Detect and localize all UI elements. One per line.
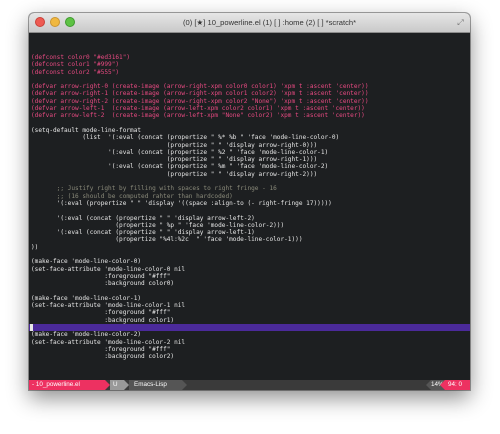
code-line[interactable]: (make-face 'mode-line-color-0) [29, 258, 470, 265]
code-text: (set-face-attribute 'mode-line-color-0 n… [31, 265, 186, 273]
code-line[interactable]: (make-face 'mode-line-color-2) [29, 331, 470, 338]
code-line[interactable]: (set-face-attribute 'mode-line-color-1 n… [29, 302, 470, 309]
code-text: (defconst color1 "#999") [31, 61, 120, 69]
code-text: (make-face 'mode-line-color-2) [31, 331, 142, 339]
code-line[interactable]: (list '(:eval (concat (propertize " %* %… [29, 134, 470, 141]
code-line[interactable]: (set-face-attribute 'mode-line-color-2 n… [29, 339, 470, 346]
modeline-buffer-name[interactable]: - 10_powerline.el [29, 380, 105, 390]
code-text: :foreground "#fff" [31, 272, 171, 280]
code-line[interactable]: (defvar arrow-right-1 (create-image (arr… [29, 90, 470, 97]
code-line[interactable]: :foreground "#fff" [29, 309, 470, 316]
code-text: (defconst color0 "#ed3161") [31, 54, 131, 61]
code-line[interactable]: (defconst color1 "#999") [29, 61, 470, 68]
code-text: (defconst color2 "#555") [31, 68, 120, 76]
code-text: (propertize "%4l:%2c " 'face 'mode-line-… [31, 236, 303, 244]
code-line[interactable]: (defvar arrow-right-2 (create-image (arr… [29, 98, 470, 105]
code-text: '(:eval (propertize " " 'display '((spac… [31, 199, 332, 207]
code-line[interactable]: (defconst color2 "#555") [29, 69, 470, 76]
modeline-encoding: U [110, 380, 124, 390]
code-line[interactable]: '(:eval (concat (propertize " " 'display… [29, 215, 470, 222]
code-text: '(:eval (concat (propertize " " 'display… [31, 229, 255, 237]
code-line[interactable]: '(:eval (concat (propertize " %m " 'face… [29, 163, 470, 170]
code-line[interactable]: (defconst color0 "#ed3161") [29, 54, 470, 61]
code-line[interactable]: '(:eval (concat (propertize " %2 " 'face… [29, 149, 470, 156]
code-text: (propertize " " 'display arrow-right-1))… [31, 156, 318, 164]
code-line[interactable]: (set-face-attribute 'mode-line-color-0 n… [29, 266, 470, 273]
code-text: (propertize " " 'display arrow-right-2))… [31, 170, 318, 178]
code-text: (propertize " " 'display arrow-right-0))… [31, 141, 318, 149]
code-line[interactable]: :background color0) [29, 280, 470, 287]
code-text: :foreground "#fff" [31, 345, 171, 353]
code-text: (defvar arrow-left-2 (create-image (arro… [31, 112, 365, 120]
code-line[interactable]: (propertize " %p " 'face 'mode-line-colo… [29, 222, 470, 229]
window-title: (0) [★] 10_powerline.el (1) [ ] :home (2… [182, 18, 357, 27]
minimize-icon[interactable] [50, 17, 60, 27]
modeline-arrow-right-2 [182, 380, 187, 390]
code-text: (make-face 'mode-line-color-0) [31, 258, 142, 266]
code-line[interactable]: (setq-default mode-line-format [29, 127, 470, 134]
modeline-major-mode[interactable]: Emacs-Lisp [129, 380, 182, 390]
fullscreen-icon[interactable]: ⤢ [456, 18, 465, 27]
current-line[interactable] [29, 323, 470, 332]
code-text: (setq-default mode-line-format [31, 126, 142, 134]
text-cursor [30, 323, 33, 332]
code-text: '(:eval (concat (propertize " " 'display… [31, 214, 255, 222]
code-line[interactable]: ;; Justify right by filling with spaces … [29, 185, 470, 192]
mode-line: - 10_powerline.el U Emacs-Lisp 14% 94: 0 [29, 380, 470, 390]
code-line[interactable] [29, 178, 470, 185]
code-text: (set-face-attribute 'mode-line-color-1 n… [31, 302, 186, 310]
code-line[interactable]: :background color1) [29, 317, 470, 324]
zoom-icon[interactable] [65, 17, 75, 27]
code-text: (defvar arrow-right-0 (create-image (arr… [31, 83, 369, 91]
code-text: :background color1) [31, 316, 175, 324]
code-line[interactable]: (make-face 'mode-line-color-1) [29, 295, 470, 302]
code-text: :foreground "#fff" [31, 309, 171, 317]
code-text: (defvar arrow-left-1 (create-image (arro… [31, 105, 365, 113]
code-line[interactable]: )) [29, 244, 470, 251]
code-text: (make-face 'mode-line-color-1) [31, 294, 142, 302]
code-text: '(:eval (concat (propertize " %m " 'face… [31, 163, 329, 171]
code-line[interactable]: :foreground "#fff" [29, 346, 470, 353]
code-line[interactable]: (propertize " " 'display arrow-right-1))… [29, 156, 470, 163]
code-line[interactable]: (propertize " " 'display arrow-right-2))… [29, 171, 470, 178]
code-line[interactable]: '(:eval (concat (propertize " " 'display… [29, 229, 470, 236]
code-text: ;; Justify right by filling with spaces … [31, 185, 277, 193]
code-line[interactable] [29, 207, 470, 214]
code-text: :background color0) [31, 280, 175, 288]
close-icon[interactable] [35, 17, 45, 27]
code-line[interactable]: '(:eval (propertize " " 'display '((spac… [29, 200, 470, 207]
code-text: ;; (16 should be computed rahter than ha… [31, 192, 233, 200]
code-text: (defvar arrow-right-2 (create-image (arr… [31, 97, 369, 105]
modeline-position: 94: 0 [445, 380, 470, 390]
code-line[interactable]: (propertize "%4l:%2c " 'face 'mode-line-… [29, 236, 470, 243]
code-line[interactable]: (propertize " " 'display arrow-right-0))… [29, 142, 470, 149]
code-line[interactable]: (defvar arrow-left-1 (create-image (arro… [29, 105, 470, 112]
code-line[interactable] [29, 76, 470, 83]
code-line[interactable]: ;; (16 should be computed rahter than ha… [29, 193, 470, 200]
code-line[interactable]: (defvar arrow-right-0 (create-image (arr… [29, 83, 470, 90]
code-line[interactable] [29, 120, 470, 127]
code-line[interactable]: :background color2) [29, 353, 470, 360]
code-text: (set-face-attribute 'mode-line-color-2 n… [31, 338, 186, 346]
code-line[interactable]: (defvar arrow-left-2 (create-image (arro… [29, 112, 470, 119]
code-text: (list '(:eval (concat (propertize " %* %… [31, 134, 340, 142]
code-text: :background color2) [31, 353, 175, 361]
title-bar: (0) [★] 10_powerline.el (1) [ ] :home (2… [29, 13, 470, 33]
code-line[interactable] [29, 288, 470, 295]
code-text: '(:eval (concat (propertize " %2 " 'face… [31, 148, 329, 156]
code-text: (defvar arrow-right-1 (create-image (arr… [31, 90, 369, 98]
editor-buffer[interactable]: (defconst color0 "#ed3161") (defconst col… [29, 33, 470, 384]
code-line[interactable]: :foreground "#fff" [29, 273, 470, 280]
emacs-window: (0) [★] 10_powerline.el (1) [ ] :home (2… [29, 13, 470, 390]
code-text: )) [31, 243, 39, 251]
code-text: (propertize " %p " 'face 'mode-line-colo… [31, 221, 285, 229]
code-line[interactable] [29, 251, 470, 258]
